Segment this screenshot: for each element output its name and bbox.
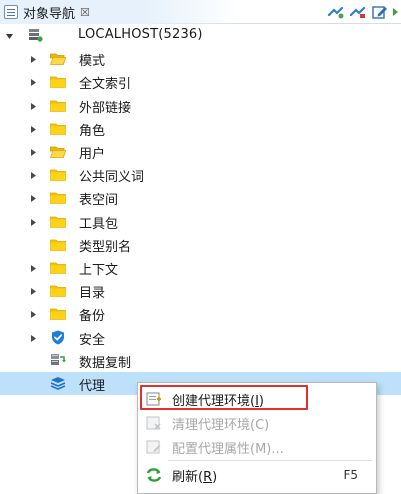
folder-icon <box>50 167 66 181</box>
tab-object-navigator[interactable]: 对象导航 ☒ <box>0 0 240 24</box>
tree-node[interactable]: 数据复制 <box>0 349 401 372</box>
tree-node-label: 安全 <box>79 333 106 348</box>
collapse-arrow-icon[interactable] <box>28 147 38 157</box>
close-tab-icon[interactable]: ☒ <box>80 6 90 19</box>
menu-item-label: 清理代理环境(C) <box>172 417 270 433</box>
collapse-arrow-icon[interactable] <box>28 54 38 64</box>
more-toolbar-button[interactable] <box>391 2 401 22</box>
replication-icon <box>50 353 66 367</box>
tree-node-label: 上下文 <box>79 263 119 278</box>
expand-arrow-icon[interactable] <box>4 31 14 41</box>
tree-node-label: LOCALHOST(5236) <box>78 27 203 42</box>
tree-node-label: 表空间 <box>79 193 119 208</box>
tree-node[interactable]: 类型别名 <box>0 233 401 256</box>
folder-icon <box>50 74 66 88</box>
collapse-arrow-icon[interactable] <box>28 193 38 203</box>
folder-icon <box>50 190 66 204</box>
tree-node-label: 用户 <box>79 147 106 162</box>
collapse-arrow-icon[interactable] <box>28 263 38 273</box>
collapse-arrow-icon[interactable] <box>28 77 38 87</box>
menu-item-shortcut: F5 <box>343 468 358 482</box>
tree-node[interactable]: 全文索引 <box>0 70 401 93</box>
tree-node-label: 代理 <box>79 379 106 394</box>
refresh-icon <box>146 467 162 483</box>
tree-node-label: 模式 <box>79 54 106 69</box>
config-props-icon <box>146 439 162 455</box>
folder-icon <box>50 306 66 320</box>
disconnect-icon <box>350 6 366 18</box>
tree-node[interactable]: 上下文 <box>0 256 401 279</box>
folder-open-icon <box>50 144 66 158</box>
collapse-arrow-icon[interactable] <box>28 286 38 296</box>
menu-item-label: 刷新(R) <box>172 469 218 485</box>
folder-icon <box>50 121 66 135</box>
tree-node-label: 目录 <box>79 286 106 301</box>
highlight-annotation-box <box>140 385 308 410</box>
folder-icon <box>50 237 66 251</box>
folder-icon <box>50 98 66 112</box>
disconnect-button[interactable] <box>347 2 369 22</box>
collapse-arrow-icon[interactable] <box>28 170 38 180</box>
collapse-arrow-icon[interactable] <box>28 333 38 343</box>
agent-layers-icon <box>50 376 66 390</box>
tree-node[interactable]: 工具包 <box>0 210 401 233</box>
collapse-arrow-icon[interactable] <box>28 309 38 319</box>
menu-item-clean-agent-env: 清理代理环境(C) <box>138 411 376 435</box>
shield-icon <box>50 330 66 344</box>
connect-icon <box>328 6 344 19</box>
database-server-icon <box>27 28 43 42</box>
tree-node-label: 公共同义词 <box>79 170 145 185</box>
collapse-arrow-icon[interactable] <box>28 217 38 227</box>
tree-node[interactable]: 角色 <box>0 117 401 140</box>
tree-node[interactable]: 模式 <box>0 47 401 70</box>
menu-separator <box>168 460 372 461</box>
clean-env-icon <box>146 415 162 431</box>
tree-node[interactable]: 用户 <box>0 140 401 163</box>
tree-node-label: 全文索引 <box>79 77 132 92</box>
panel-toolbar <box>325 2 401 22</box>
navigator-icon <box>4 5 18 19</box>
refresh-green-icon <box>393 8 398 16</box>
tree-node[interactable]: 公共同义词 <box>0 163 401 186</box>
tree-node[interactable]: 安全 <box>0 326 401 349</box>
panel-header: 对象导航 ☒ <box>0 0 401 24</box>
menu-item-refresh[interactable]: 刷新(R) F5 <box>138 463 376 487</box>
folder-icon <box>50 260 66 274</box>
tree-node[interactable]: 表空间 <box>0 186 401 209</box>
tree-node-label: 工具包 <box>79 217 119 232</box>
tree-node-label: 数据复制 <box>79 356 132 371</box>
tree-node-label: 角色 <box>79 124 106 139</box>
tree-node-root[interactable]: LOCALHOST(5236) <box>0 24 401 47</box>
folder-icon <box>50 214 66 228</box>
panel-title: 对象导航 <box>23 6 76 22</box>
tree-node[interactable]: 目录 <box>0 279 401 302</box>
tree-node[interactable]: 外部链接 <box>0 94 401 117</box>
tree-node-label: 类型别名 <box>79 240 132 255</box>
edit-button[interactable] <box>369 2 391 22</box>
context-menu: 创建代理环境(I) 清理代理环境(C) 配置代理属性(M)... 刷新(R) F5 <box>137 382 377 494</box>
menu-item-config-agent-props: 配置代理属性(M)... <box>138 435 376 459</box>
tree-node-label: 外部链接 <box>79 101 132 116</box>
connect-button[interactable] <box>325 2 347 22</box>
folder-open-icon <box>50 51 66 65</box>
edit-icon <box>372 6 387 19</box>
tree-node-label: 备份 <box>79 309 106 324</box>
collapse-arrow-icon[interactable] <box>28 124 38 134</box>
menu-item-label: 配置代理属性(M)... <box>172 441 284 457</box>
collapse-arrow-icon[interactable] <box>28 101 38 111</box>
folder-icon <box>50 283 66 297</box>
tree-node[interactable]: 备份 <box>0 302 401 325</box>
